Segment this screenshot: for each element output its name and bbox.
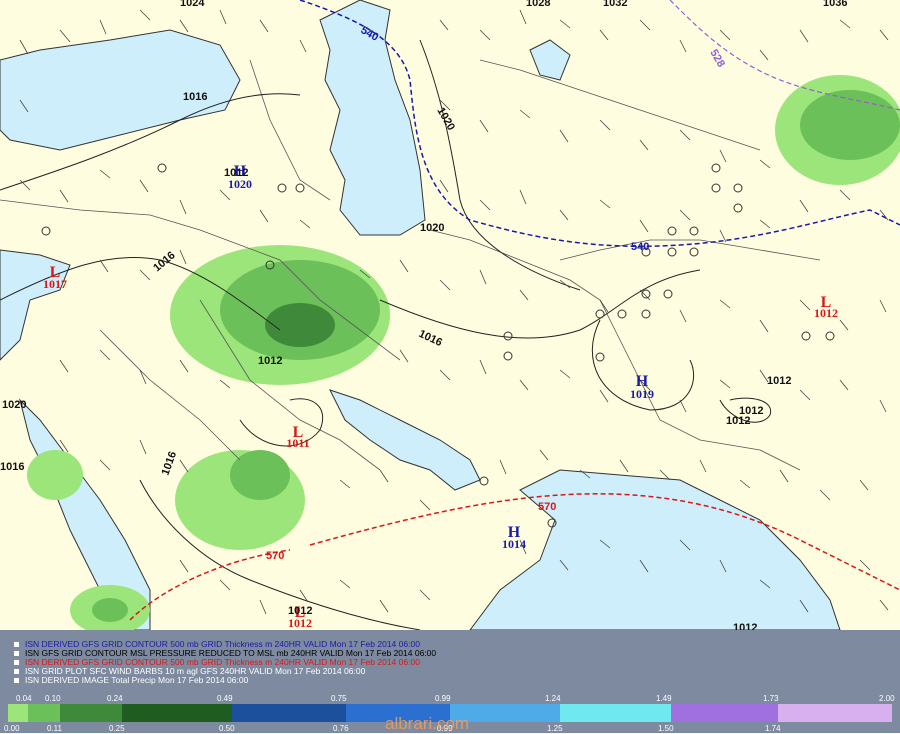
isobar-label: 1032 <box>603 0 627 9</box>
thickness-label: 570 <box>266 550 284 562</box>
colorbar-swatch <box>778 704 892 722</box>
isobar-label: 1024 <box>180 0 205 9</box>
isobar-label: 1020 <box>420 222 444 234</box>
colorbar-bottom-label: 1.74 <box>765 724 781 733</box>
colorbar-swatch <box>560 704 671 722</box>
colorbar-bottom-label: 0.25 <box>109 724 125 733</box>
colorbar-top-label: 1.49 <box>656 694 672 703</box>
isobar-label: 1012 <box>224 167 248 179</box>
pressure-center-value: 1011 <box>286 436 309 450</box>
thickness-label: 540 <box>631 241 649 253</box>
legend-bullet <box>14 642 19 648</box>
legend-bullet <box>14 669 19 675</box>
isobar-label: 1036 <box>823 0 847 9</box>
pressure-center-value: 1012 <box>814 306 838 320</box>
pressure-center-value: 1019 <box>630 387 654 401</box>
isobar-label: 1012 <box>258 355 282 367</box>
colorbar-top-label: 1.24 <box>545 694 561 703</box>
colorbar-bottom-label: 0.76 <box>333 724 349 733</box>
isobar-label: 1020 <box>2 399 26 411</box>
isobar-label: 1012 <box>726 415 750 427</box>
colorbar-top-label: 0.99 <box>435 694 451 703</box>
pressure-center-value: 1012 <box>288 616 312 630</box>
colorbar-top-label: 2.00 <box>879 694 895 703</box>
colorbar-top-label: 0.75 <box>331 694 347 703</box>
isobar-label: 1016 <box>0 461 24 473</box>
legend-bullet <box>14 651 19 657</box>
colorbar-top-label: 1.73 <box>763 694 779 703</box>
isobar-label: 1028 <box>526 0 550 9</box>
isobar-label: 1012 <box>733 622 757 630</box>
colorbar-swatch <box>671 704 778 722</box>
weather-map: L 1017 H 1020 L 1011 H 1019 H 1014 L 101… <box>0 0 900 630</box>
isobar-label: 1012 <box>288 605 312 617</box>
legend-item: ISN DERIVED IMAGE Total Precip Mon 17 Fe… <box>14 676 248 685</box>
legend-bullet <box>14 660 19 666</box>
colorbar-top-label: 0.49 <box>217 694 233 703</box>
pressure-center-value: 1014 <box>502 537 526 551</box>
isobar-label: 1016 <box>183 91 207 103</box>
colorbar-swatch <box>28 704 60 722</box>
colorbar-bottom-label: 0.50 <box>219 724 235 733</box>
isobar-label: 1012 <box>767 375 791 387</box>
colorbar-bottom-label: 1.25 <box>547 724 563 733</box>
watermark: albrari.com <box>385 714 470 733</box>
colorbar-swatch <box>232 704 346 722</box>
colorbar-top-label: 0.24 <box>107 694 123 703</box>
pressure-center-value: 1020 <box>228 177 252 191</box>
legend-bullet <box>14 678 19 684</box>
legend-text: ISN DERIVED IMAGE Total Precip Mon 17 Fe… <box>25 675 249 685</box>
colorbar-bottom-label: 0.00 <box>4 724 20 733</box>
colorbar-bottom-label: 0.11 <box>47 724 62 733</box>
colorbar-swatch <box>8 704 28 722</box>
colorbar-top-label: 0.04 <box>16 694 32 703</box>
colorbar-bottom-label: 1.50 <box>658 724 674 733</box>
colorbar-swatch <box>122 704 232 722</box>
colorbar-swatch <box>60 704 122 722</box>
pressure-center-value: 1017 <box>43 277 67 291</box>
colorbar-top-label: 0.10 <box>45 694 61 703</box>
thickness-label: 570 <box>538 501 556 513</box>
